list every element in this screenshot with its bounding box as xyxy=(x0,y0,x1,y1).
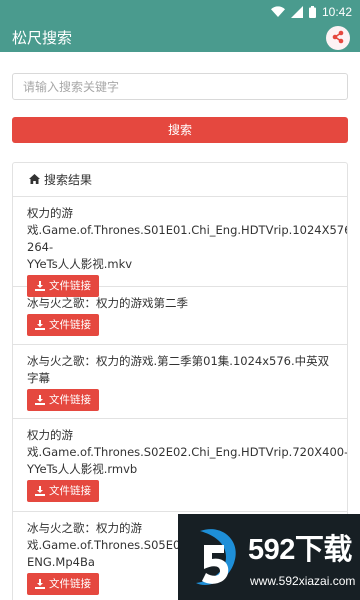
download-icon xyxy=(35,395,45,405)
signal-icon xyxy=(290,6,303,18)
result-item: 权力的游 戏.Game.of.Thrones.S02E02.Chi_Eng.HD… xyxy=(13,419,347,512)
status-time: 10:42 xyxy=(321,5,352,19)
result-item: 冰与火之歌：权力的游戏第二季 文件链接 xyxy=(13,287,347,345)
result-title: 权力的游 戏.Game.of.Thrones.S02E02.Chi_Eng.HD… xyxy=(27,428,348,476)
download-icon xyxy=(35,486,45,496)
app-title: 松尺搜索 xyxy=(12,29,73,47)
result-item: 权力的游 戏.Game.of.Thrones.S01E01.Chi_Eng.HD… xyxy=(13,197,348,297)
file-link-button[interactable]: 文件链接 xyxy=(27,389,99,411)
result-title: 权力的游 戏.Game.of.Thrones.S01E01.Chi_Eng.HD… xyxy=(27,206,348,271)
watermark-brand: 592下载 xyxy=(248,534,352,566)
download-icon xyxy=(35,579,45,589)
result-item: 冰与火之歌：权力的游戏.第二季第01集.1024x576.中英双 字幕 文件链接 xyxy=(13,345,347,419)
watermark-logo-icon xyxy=(192,523,242,593)
result-title: 冰与火之歌：权力的游戏第二季 xyxy=(27,296,188,310)
file-link-button[interactable]: 文件链接 xyxy=(27,314,99,336)
wifi-icon xyxy=(270,6,285,18)
file-link-label: 文件链接 xyxy=(49,578,91,590)
file-link-label: 文件链接 xyxy=(49,319,91,331)
battery-icon xyxy=(308,6,316,18)
status-icons: 10:42 xyxy=(270,4,352,20)
home-icon xyxy=(29,173,40,187)
share-button[interactable] xyxy=(326,26,350,50)
share-icon xyxy=(331,29,345,48)
file-link-label: 文件链接 xyxy=(49,485,91,497)
file-link-button[interactable]: 文件链接 xyxy=(27,573,99,595)
search-button[interactable]: 搜索 xyxy=(12,117,348,143)
search-input[interactable] xyxy=(12,73,348,100)
file-link-button[interactable]: 文件链接 xyxy=(27,480,99,502)
status-bar: 10:42 xyxy=(0,0,360,24)
file-link-label: 文件链接 xyxy=(49,394,91,406)
result-title: 冰与火之歌：权力的游戏.第二季第01集.1024x576.中英双 字幕 xyxy=(27,354,330,385)
results-header: 搜索结果 xyxy=(13,163,347,197)
watermark: 592下载 www.592xiazai.com xyxy=(178,514,360,600)
results-header-label: 搜索结果 xyxy=(44,173,93,187)
watermark-url: www.592xiazai.com xyxy=(250,574,356,588)
download-icon xyxy=(35,320,45,330)
app-bar: 松尺搜索 xyxy=(0,24,360,52)
